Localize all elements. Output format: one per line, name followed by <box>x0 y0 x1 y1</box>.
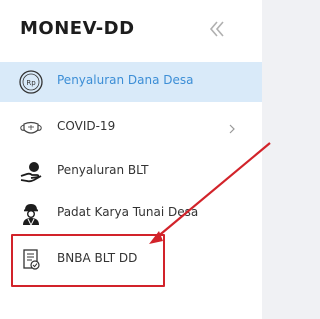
face-mask-icon <box>18 115 44 141</box>
app-brand-title: MONEV-DD <box>20 18 135 39</box>
sidebar-item-bnba-blt-dd[interactable]: BNBA BLT DD <box>0 240 262 280</box>
sidebar-item-penyaluran-dana-desa[interactable]: Rp Penyaluran Dana Desa <box>0 62 262 102</box>
sidebar-item-covid-19[interactable]: COVID-19 <box>0 108 262 148</box>
double-chevron-left-icon <box>209 21 224 37</box>
sidebar-item-label: Penyaluran Dana Desa <box>57 73 194 87</box>
sidebar-item-padat-karya-tunai-desa[interactable]: Padat Karya Tunai Desa <box>0 194 262 234</box>
sidebar-item-label: Penyaluran BLT <box>57 163 149 177</box>
svg-text:Rp: Rp <box>26 79 36 87</box>
chevron-right-icon <box>227 121 237 135</box>
rupiah-coin-icon: Rp <box>18 69 44 95</box>
hand-money-icon <box>18 159 44 185</box>
document-list-icon <box>18 247 44 273</box>
collapse-sidebar-button[interactable] <box>205 17 229 41</box>
sidebar-item-label: BNBA BLT DD <box>57 251 138 265</box>
sidebar-item-label: COVID-19 <box>57 119 116 133</box>
sidebar-item-penyaluran-blt[interactable]: Penyaluran BLT <box>0 152 262 192</box>
sidebar-item-label: Padat Karya Tunai Desa <box>57 205 199 219</box>
worker-icon <box>18 201 44 227</box>
sidebar: MONEV-DD Rp Penyaluran Dana Desa COVID-1… <box>0 0 262 319</box>
